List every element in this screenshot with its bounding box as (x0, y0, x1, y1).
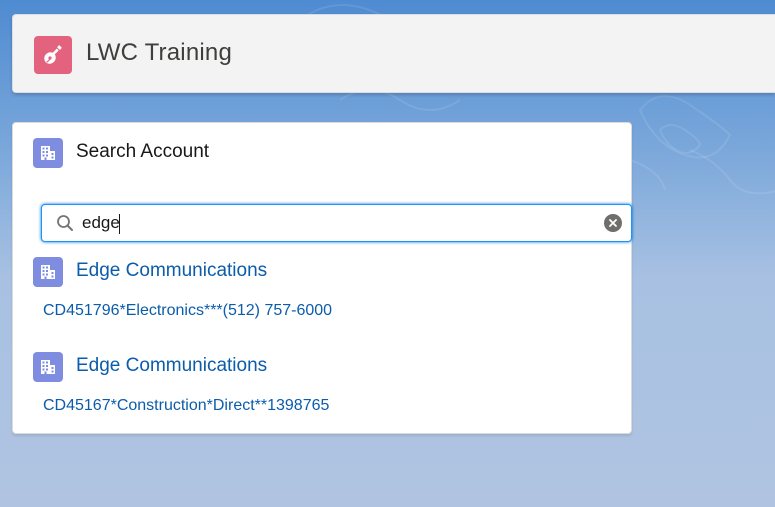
guitar-icon (34, 36, 72, 74)
result-account-detail[interactable]: CD451796*Electronics***(512) 757-6000 (43, 302, 332, 320)
app-title: LWC Training (86, 39, 233, 66)
result-account-name[interactable]: Edge Communications (76, 355, 267, 377)
search-input[interactable] (82, 211, 582, 235)
result-account-name[interactable]: Edge Communications (76, 260, 267, 282)
account-building-icon (33, 138, 63, 168)
account-building-icon (33, 257, 63, 287)
result-account-detail[interactable]: CD45167*Construction*Direct**1398765 (43, 397, 329, 415)
search-account-card: Search Account edge Edge Communications … (12, 122, 632, 434)
search-icon (57, 215, 73, 231)
app-header: LWC Training (12, 14, 775, 93)
clear-icon[interactable] (604, 214, 622, 232)
text-caret (119, 214, 120, 234)
account-building-icon (33, 352, 63, 382)
card-title: Search Account (76, 141, 210, 162)
search-field[interactable] (41, 204, 632, 242)
